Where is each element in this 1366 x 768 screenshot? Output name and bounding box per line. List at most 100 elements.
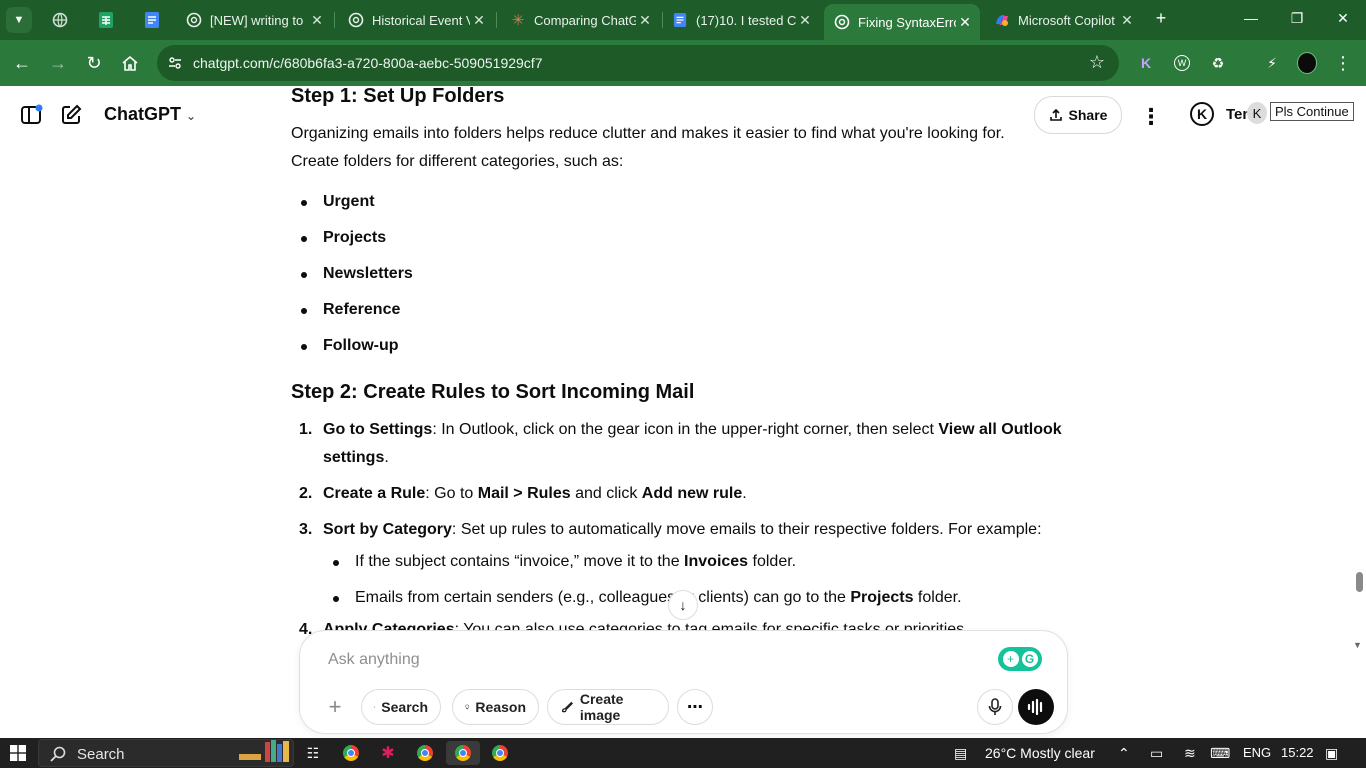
keyboard-icon[interactable]: ⌨ [1210, 745, 1230, 762]
bookmark-star-icon[interactable]: ☆ [1089, 52, 1105, 73]
battery-icon[interactable]: ▭ [1150, 745, 1163, 762]
close-icon[interactable]: ✕ [308, 12, 326, 29]
language-indicator[interactable]: ENG [1243, 745, 1271, 760]
clock[interactable]: 15:22 [1281, 745, 1314, 760]
list-item: Urgent [291, 184, 1071, 220]
globe-icon [374, 706, 376, 708]
books-illustration-icon [237, 736, 293, 764]
search-button[interactable]: Search [361, 689, 441, 725]
extension-w[interactable]: W [1172, 53, 1192, 73]
taskbar-chrome-3[interactable] [487, 741, 513, 765]
model-selector[interactable]: ChatGPT ⌄ [104, 104, 196, 125]
share-button[interactable]: Share [1034, 96, 1122, 134]
tab-microsoft-copilot[interactable]: Microsoft Copilot ✕ [984, 6, 1142, 34]
sidebar-toggle-button[interactable] [20, 104, 44, 126]
grammarly-g-icon: G [1021, 651, 1038, 667]
create-image-button[interactable]: Create image [547, 689, 669, 725]
more-options-button[interactable]: ⋮ [1140, 104, 1162, 130]
k-badge[interactable]: K [1190, 102, 1214, 126]
minimize-button[interactable]: — [1241, 10, 1261, 26]
wifi-icon[interactable]: ≋ [1184, 745, 1196, 762]
dictate-button[interactable] [977, 689, 1013, 725]
performance-button[interactable]: ⚡ [1262, 53, 1282, 73]
minimize-icon: — [1244, 10, 1258, 26]
chrome-icon [455, 745, 471, 761]
reason-button[interactable]: Reason [452, 689, 539, 725]
pinned-tab-docs[interactable] [140, 8, 164, 32]
list-item: 1. Go to Settings: In Outlook, click on … [299, 421, 1062, 466]
profile-avatar[interactable] [1297, 52, 1317, 74]
plus-icon: + [1155, 8, 1167, 28]
scroll-to-bottom-button[interactable]: ↓ [668, 590, 698, 620]
new-chat-button[interactable] [60, 104, 84, 126]
tab-i-tested[interactable]: (17)10. I tested C ✕ [662, 6, 820, 34]
extension-k[interactable]: K [1136, 53, 1156, 73]
sheets-icon [99, 12, 113, 28]
prompt-composer[interactable]: Ask anything + G + Search Reason Create … [299, 630, 1068, 734]
tab-title: (17)10. I tested C [696, 12, 796, 28]
restore-icon: ❐ [1290, 10, 1304, 26]
task-view-button[interactable]: ☷ [300, 741, 326, 765]
tab-historical-event[interactable]: Historical Event V ✕ [338, 6, 494, 34]
tab-new-writing[interactable]: [NEW] writing to ✕ [176, 6, 332, 34]
extensions-button[interactable]: ♻ [1208, 53, 1228, 73]
close-window-button[interactable]: ✕ [1333, 10, 1353, 27]
user-name: Ten [1226, 106, 1248, 123]
taskbar-search-box[interactable]: Search [38, 739, 294, 767]
forward-button[interactable]: → [48, 53, 68, 73]
list-item: If the subject contains “invoice,” move … [291, 544, 1071, 580]
conversation-content: Step 1: Set Up Folders Organizing emails… [291, 86, 1071, 634]
browser-toolbar: ← → ↻ chatgpt.com/c/680b6fa3-a720-800a-a… [0, 40, 1366, 86]
weather-icon[interactable]: ▤ [954, 745, 967, 762]
tab-title: Fixing SyntaxErro [858, 14, 956, 30]
taskbar-chrome-2[interactable] [412, 741, 438, 765]
puzzle-icon: ♻ [1211, 54, 1225, 71]
kebab-menu-icon: ⋮ [1334, 52, 1352, 73]
taskbar-chrome-active[interactable] [446, 741, 480, 765]
edit-icon [62, 104, 82, 124]
reload-button[interactable]: ↻ [84, 53, 104, 73]
weather-text[interactable]: 26°C Mostly clear [985, 745, 1095, 761]
new-tab-button[interactable]: + [1151, 8, 1171, 29]
close-icon[interactable]: ✕ [470, 12, 488, 29]
taskbar-slack[interactable]: ✱ [375, 741, 401, 765]
pinned-tab-globe[interactable] [48, 8, 72, 32]
taskbar-chrome-1[interactable] [338, 741, 364, 765]
close-icon[interactable]: ✕ [956, 14, 974, 31]
tab-title: Comparing ChatG [534, 12, 636, 28]
windows-taskbar: Search ☷ ✱ ▤ 26°C Mostly clear ⌃ ▭ ≋ ⌨ E… [0, 738, 1366, 768]
tab-fixing-syntaxerror[interactable]: Fixing SyntaxErro ✕ [824, 4, 980, 40]
grammarly-widget[interactable]: + G [998, 647, 1042, 671]
restore-button[interactable]: ❐ [1287, 10, 1307, 27]
upload-icon [1049, 108, 1062, 121]
waveform-icon [1027, 699, 1043, 715]
arrow-down-icon: ↓ [679, 597, 687, 613]
tab-comparing-chatgpt[interactable]: ✳ Comparing ChatG ✕ [500, 6, 660, 34]
address-bar[interactable]: chatgpt.com/c/680b6fa3-a720-800a-aebc-50… [157, 45, 1119, 81]
scrollbar-thumb[interactable] [1356, 572, 1363, 592]
browser-menu-button[interactable]: ⋮ [1333, 53, 1353, 73]
pinned-tab-sheets[interactable] [94, 8, 118, 32]
more-tools-button[interactable]: ⋯ [677, 689, 713, 725]
speed-icon: ⚡ [1267, 54, 1277, 71]
copilot-icon [996, 15, 1008, 26]
notifications-icon[interactable]: ▣ [1325, 745, 1338, 762]
windows-icon [10, 745, 26, 761]
voice-mode-button[interactable] [1018, 689, 1054, 725]
close-icon[interactable]: ✕ [636, 12, 654, 29]
reload-icon: ↻ [86, 52, 102, 73]
close-icon[interactable]: ✕ [1118, 12, 1136, 29]
lightbulb-icon [465, 704, 469, 710]
prompt-input[interactable]: Ask anything [328, 651, 420, 669]
grammarly-plus-icon: + [1002, 651, 1019, 667]
attach-button[interactable]: + [320, 692, 350, 722]
start-button[interactable] [10, 745, 26, 764]
site-settings-icon[interactable] [167, 55, 183, 71]
back-button[interactable]: ← [12, 53, 32, 73]
chevron-up-icon[interactable]: ⌃ [1118, 745, 1130, 762]
tab-search-dropdown[interactable]: ▼ [6, 7, 32, 33]
list-item: Reference [291, 292, 1071, 328]
home-button[interactable] [120, 53, 140, 73]
close-icon[interactable]: ✕ [796, 12, 814, 29]
scroll-down-arrow-icon[interactable]: ▼ [1353, 640, 1362, 650]
